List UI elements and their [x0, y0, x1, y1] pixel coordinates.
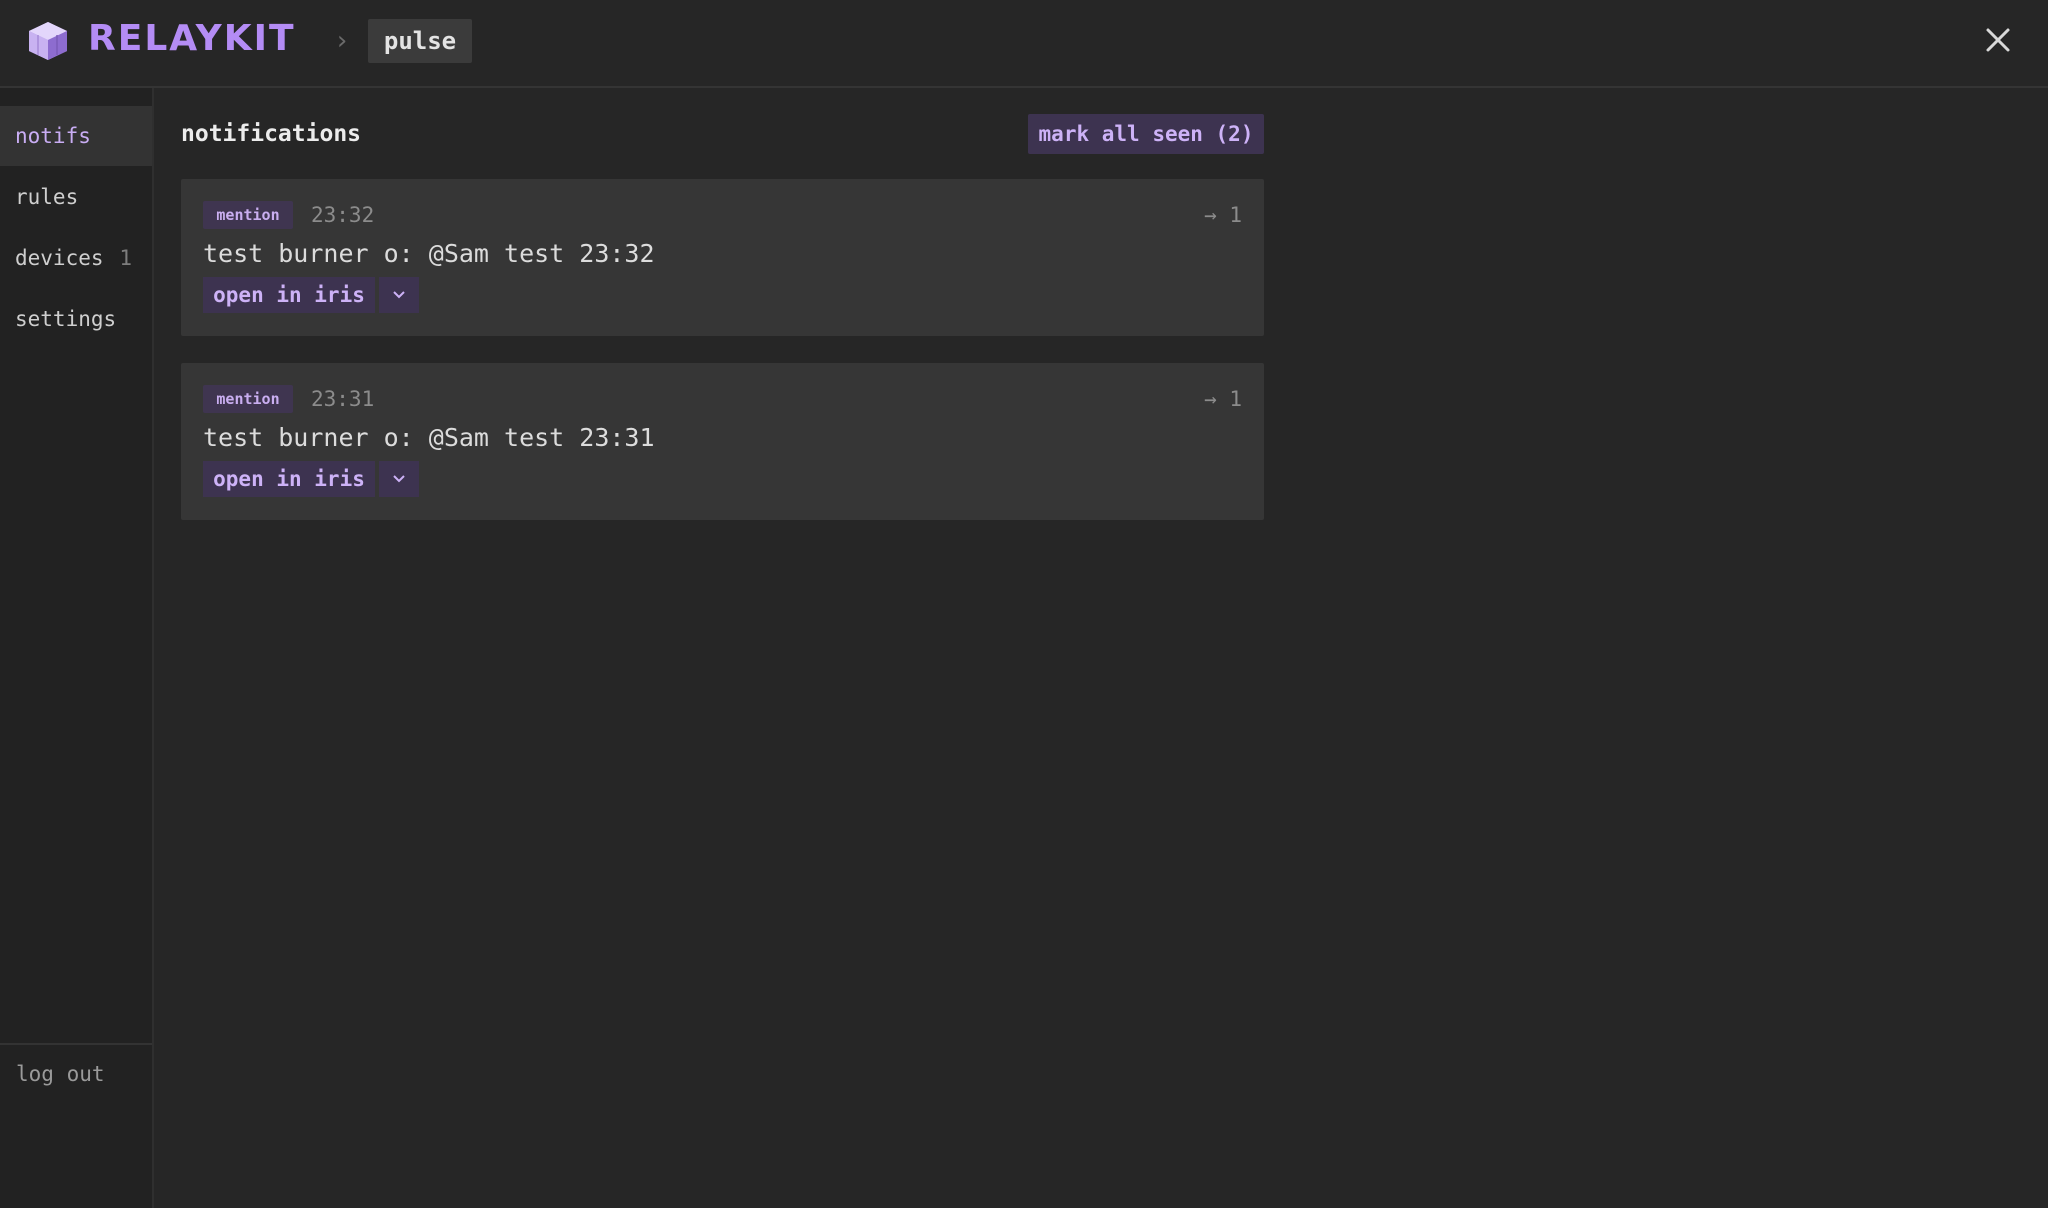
- sidebar-item-label: devices: [15, 246, 104, 270]
- sidebar-item-label: notifs: [15, 124, 91, 148]
- notification-message: test burner o: @Sam test 23:32: [203, 239, 655, 268]
- sidebar-item-devices[interactable]: devices 1: [0, 228, 152, 288]
- sidebar-item-label: settings: [15, 307, 117, 331]
- notification-card: mention 23:32 → 1 test burner o: @Sam te…: [181, 179, 1264, 336]
- cube-logo-icon[interactable]: [26, 20, 70, 62]
- open-in-iris-button[interactable]: open in iris: [203, 277, 375, 313]
- notification-route: → 1: [1204, 203, 1242, 227]
- breadcrumb-separator: ›: [334, 26, 350, 56]
- chevron-down-icon: [393, 291, 405, 299]
- notification-message: test burner o: @Sam test 23:31: [203, 423, 655, 452]
- sidebar-item-label: rules: [15, 185, 79, 209]
- breadcrumb-current[interactable]: pulse: [368, 19, 472, 63]
- sidebar-divider: [0, 1043, 152, 1045]
- sidebar-item-settings[interactable]: settings: [0, 289, 152, 349]
- mark-all-seen-button[interactable]: mark all seen (2): [1028, 114, 1264, 154]
- sidebar-item-notifs[interactable]: notifs: [0, 106, 152, 166]
- top-bar: RELAYKIT › pulse: [0, 0, 2048, 88]
- close-icon[interactable]: [1982, 24, 2014, 56]
- notification-route: → 1: [1204, 387, 1242, 411]
- brand-logo-text[interactable]: RELAYKIT: [88, 14, 296, 64]
- chevron-down-icon: [393, 475, 405, 483]
- devices-count: 1: [119, 246, 132, 270]
- mention-badge: mention: [203, 385, 293, 413]
- open-in-iris-button[interactable]: open in iris: [203, 461, 375, 497]
- notification-time: 23:31: [311, 387, 375, 411]
- notification-time: 23:32: [311, 203, 375, 227]
- open-options-dropdown[interactable]: [379, 461, 419, 497]
- notification-card: mention 23:31 → 1 test burner o: @Sam te…: [181, 363, 1264, 520]
- logout-button[interactable]: log out: [16, 1062, 105, 1086]
- sidebar-item-rules[interactable]: rules: [0, 167, 152, 227]
- mention-badge: mention: [203, 201, 293, 229]
- open-options-dropdown[interactable]: [379, 277, 419, 313]
- sidebar: notifs rules devices 1 settings: [0, 88, 154, 1208]
- page-title: notifications: [181, 121, 362, 147]
